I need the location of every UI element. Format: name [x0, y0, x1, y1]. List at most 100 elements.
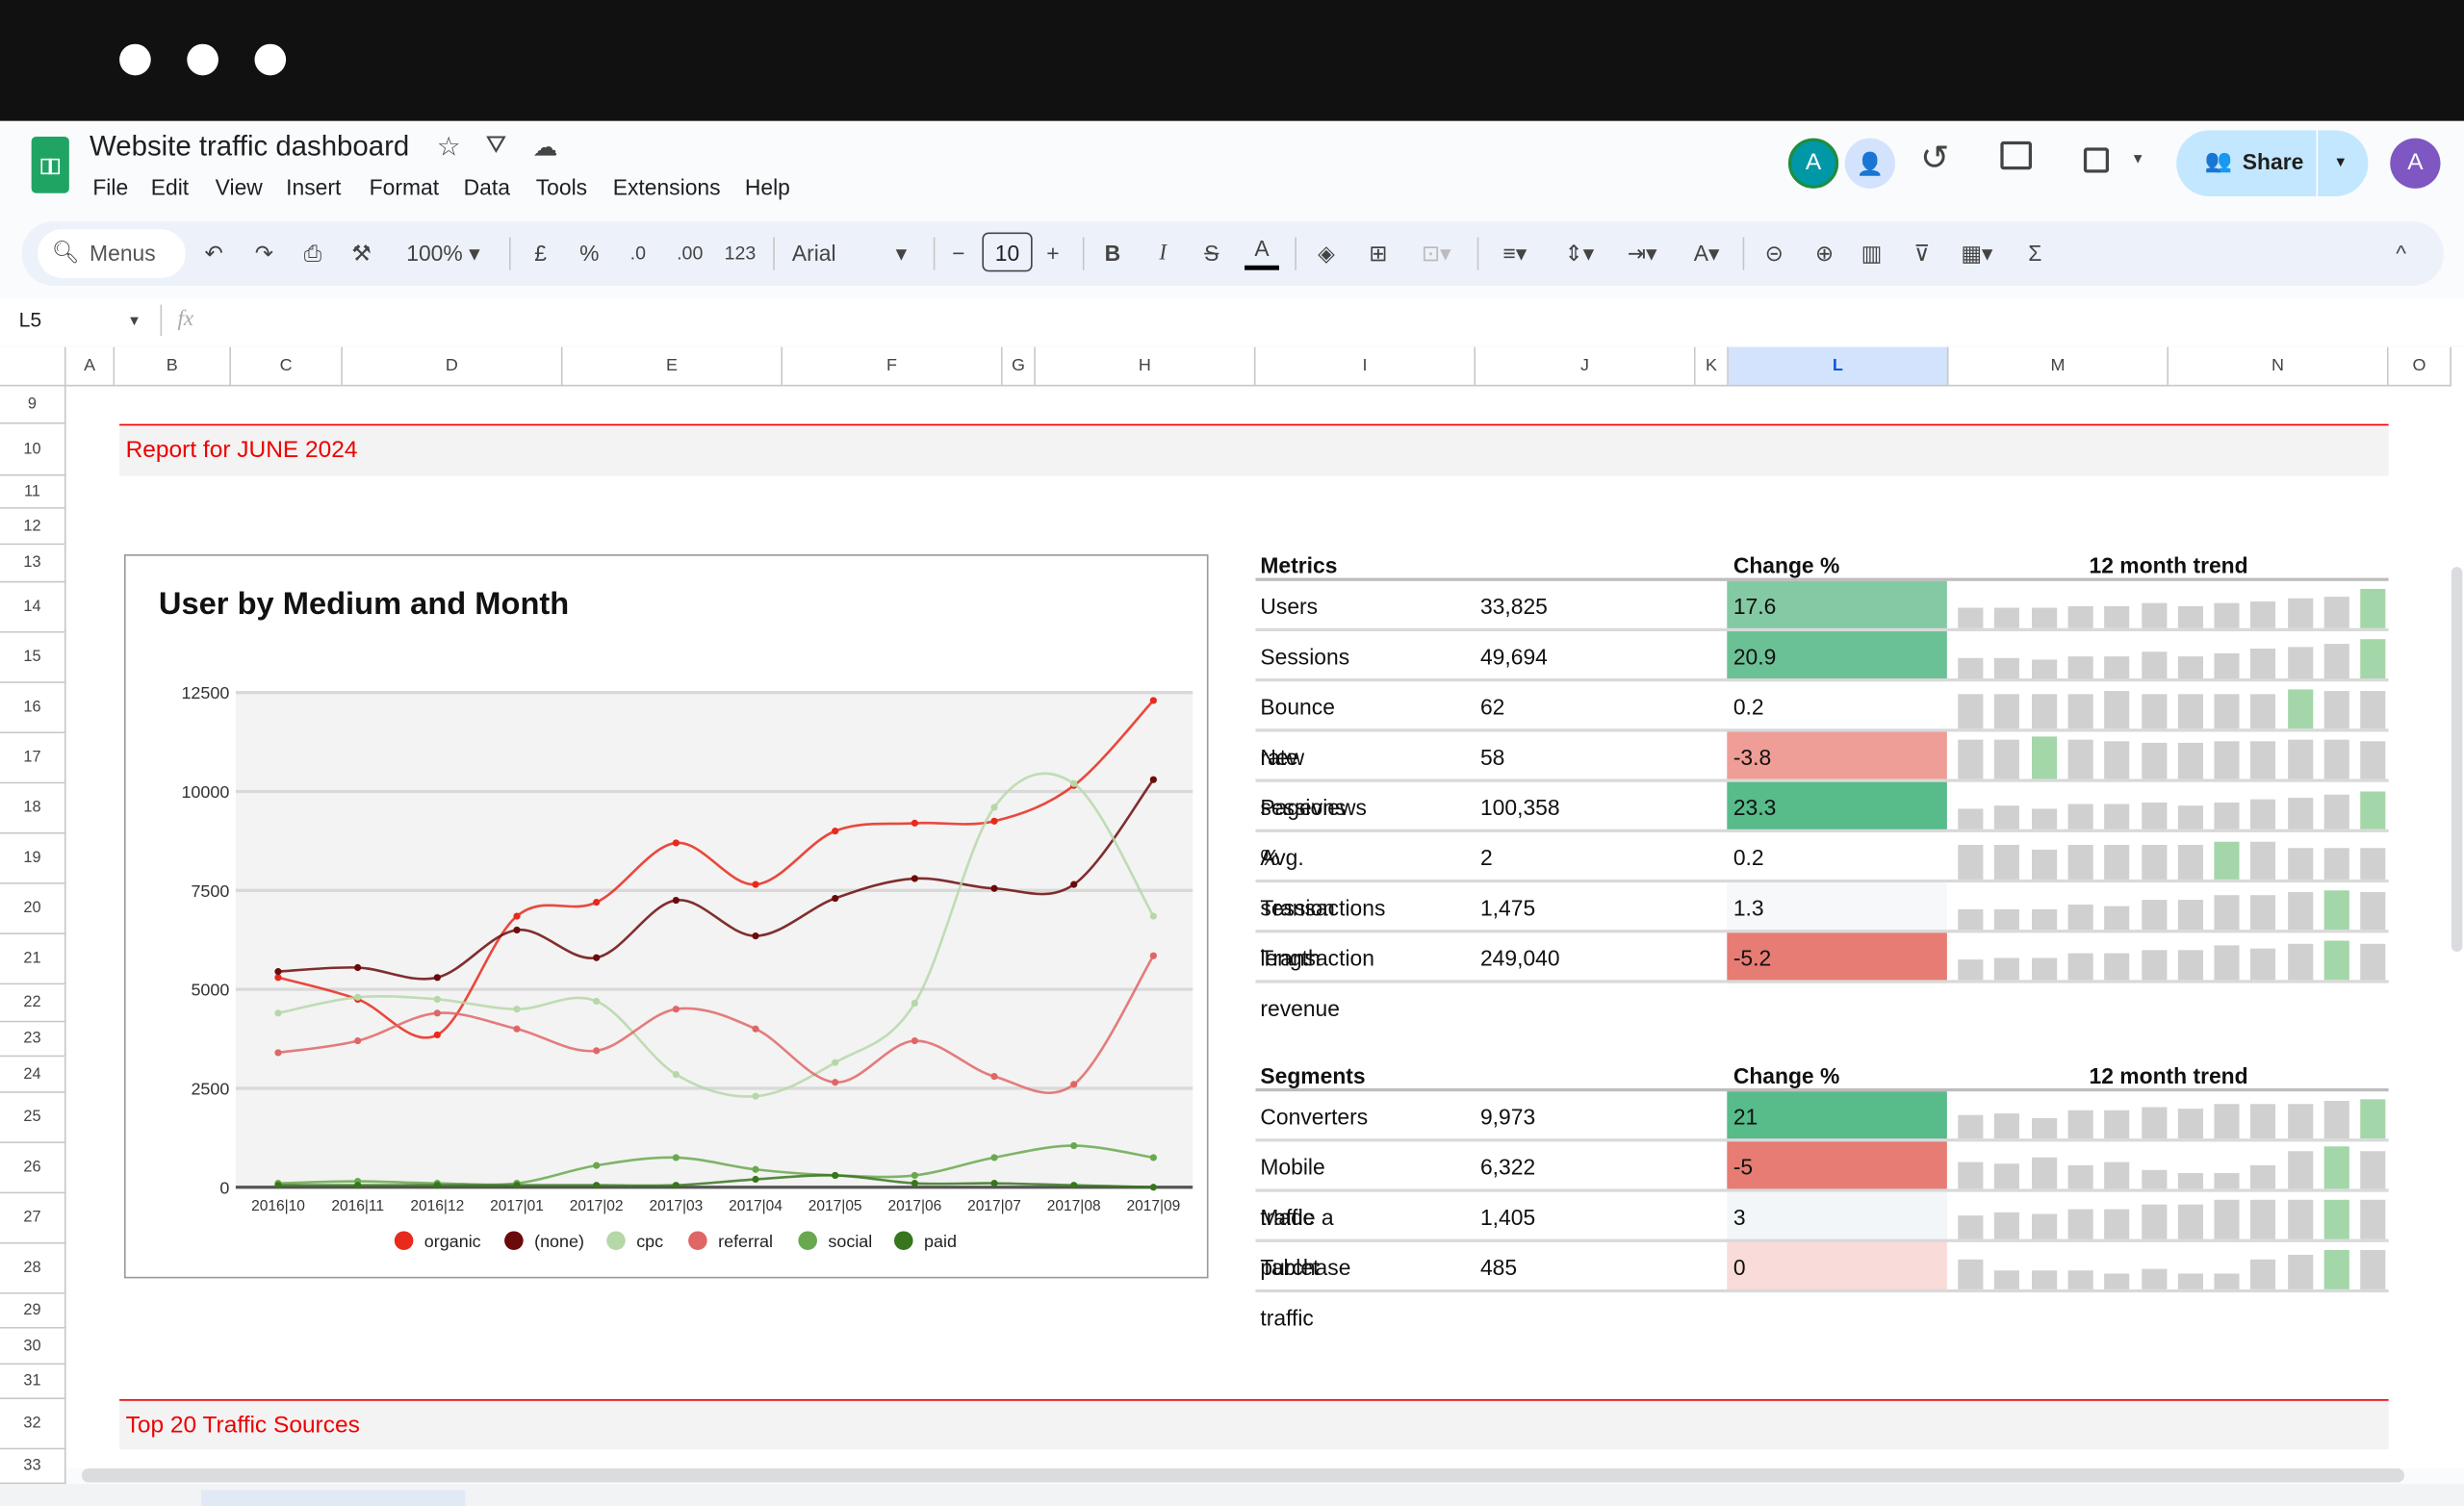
paint-format-icon[interactable]: ⚒	[346, 221, 377, 286]
fill-color-icon[interactable]: ◈	[1309, 221, 1344, 286]
sheet-grid[interactable]: ABCDEFGHIJKLMNO 9 10 11 12 13 14 15 16 17 18 19 20 2…	[0, 346, 2464, 1485]
increase-decimal-button[interactable]: .00	[671, 221, 708, 286]
row-header-31[interactable]: 31	[0, 1365, 66, 1400]
redo-icon[interactable]: ↷	[248, 221, 280, 286]
column-header-H[interactable]: H	[1035, 346, 1256, 387]
row-header-22[interactable]: 22	[0, 984, 66, 1023]
row-header-21[interactable]: 21	[0, 934, 66, 985]
version-history-icon[interactable]: ↺	[1920, 139, 1949, 179]
row-header-20[interactable]: 20	[0, 883, 66, 935]
row-header-25[interactable]: 25	[0, 1092, 66, 1144]
row-header-26[interactable]: 26	[0, 1143, 66, 1194]
column-header-D[interactable]: D	[342, 346, 563, 387]
horizontal-align-icon[interactable]: ≡▾	[1488, 221, 1542, 286]
italic-button[interactable]: I	[1147, 221, 1179, 286]
column-header-C[interactable]: C	[230, 346, 343, 387]
bold-button[interactable]: B	[1097, 221, 1129, 286]
row-header-24[interactable]: 24	[0, 1057, 66, 1093]
menu-edit[interactable]: Edit	[151, 174, 189, 199]
text-color-button[interactable]: A	[1245, 221, 1279, 270]
column-header-B[interactable]: B	[115, 346, 231, 387]
move-to-drive-icon[interactable]: ⛛	[485, 132, 506, 160]
print-icon[interactable]: ⎙	[297, 221, 329, 286]
collaborator-avatar[interactable]: A	[1787, 138, 1839, 189]
increase-font-size-button[interactable]: +	[1040, 221, 1065, 286]
chevron-down-icon[interactable]: ▼	[2131, 151, 2145, 166]
font-size-input[interactable]: 10	[982, 232, 1033, 272]
strikethrough-button[interactable]: S	[1195, 221, 1227, 286]
row-header-17[interactable]: 17	[0, 733, 66, 784]
zoom-select[interactable]: 100% ▾	[396, 221, 490, 286]
row-header-18[interactable]: 18	[0, 783, 66, 834]
row-header-32[interactable]: 32	[0, 1399, 66, 1450]
functions-button[interactable]: Σ	[2017, 221, 2052, 286]
column-header-L[interactable]: L	[1728, 346, 1949, 387]
borders-icon[interactable]: ⊞	[1361, 221, 1396, 286]
text-wrapping-icon[interactable]: ⇥▾	[1615, 221, 1669, 286]
window-minimize-button[interactable]	[187, 43, 218, 76]
vertical-scrollbar[interactable]	[2451, 567, 2463, 952]
menu-format[interactable]: Format	[370, 174, 439, 199]
column-header-F[interactable]: F	[783, 346, 1003, 387]
percent-format-button[interactable]: %	[574, 221, 605, 286]
row-header-14[interactable]: 14	[0, 582, 66, 633]
document-title[interactable]: Website traffic dashboard	[90, 130, 409, 163]
horizontal-scrollbar[interactable]	[81, 1468, 2404, 1483]
more-formats-button[interactable]: 123	[721, 221, 758, 286]
filter-icon[interactable]: ⊽	[1905, 221, 1939, 286]
column-header-E[interactable]: E	[562, 346, 783, 387]
row-header-9[interactable]: 9	[0, 386, 66, 424]
name-box[interactable]: L5	[19, 308, 42, 331]
row-header-15[interactable]: 15	[0, 632, 66, 683]
insert-link-icon[interactable]: ⊝	[1757, 221, 1791, 286]
column-header-N[interactable]: N	[2169, 346, 2389, 387]
meet-camera-icon[interactable]	[2083, 147, 2110, 173]
search-menus-input[interactable]: 🔍︎ Menus	[38, 229, 186, 278]
column-header-G[interactable]: G	[1002, 346, 1036, 387]
insert-chart-icon[interactable]: ▥	[1855, 221, 1889, 286]
collapse-toolbar-icon[interactable]: ^	[2385, 221, 2417, 286]
column-header-K[interactable]: K	[1695, 346, 1729, 387]
sheets-logo-icon[interactable]	[31, 136, 69, 193]
menu-file[interactable]: File	[92, 174, 128, 199]
currency-format-button[interactable]: £	[525, 221, 556, 286]
filter-views-icon[interactable]: ▦▾	[1948, 221, 2005, 286]
menu-tools[interactable]: Tools	[536, 174, 587, 199]
column-header-O[interactable]: O	[2388, 346, 2451, 387]
column-header-I[interactable]: I	[1255, 346, 1476, 387]
vertical-align-icon[interactable]: ⇕▾	[1553, 221, 1606, 286]
row-header-33[interactable]: 33	[0, 1449, 66, 1485]
row-header-10[interactable]: 10	[0, 423, 66, 476]
share-button[interactable]: 👥 Share ▼	[2176, 130, 2369, 196]
menu-view[interactable]: View	[216, 174, 263, 199]
column-header-A[interactable]: A	[65, 346, 116, 387]
window-maximize-button[interactable]	[254, 43, 287, 76]
row-header-11[interactable]: 11	[0, 475, 66, 509]
decrease-font-size-button[interactable]: −	[946, 221, 971, 286]
name-box-dropdown-icon[interactable]: ▼	[127, 313, 141, 328]
row-header-27[interactable]: 27	[0, 1193, 66, 1244]
merge-cells-icon[interactable]: ⊡▾	[1411, 221, 1461, 286]
undo-icon[interactable]: ↶	[198, 221, 230, 286]
row-header-13[interactable]: 13	[0, 545, 66, 583]
share-options-chevron-icon[interactable]: ▼	[2333, 154, 2348, 169]
row-header-29[interactable]: 29	[0, 1293, 66, 1329]
select-all-corner[interactable]	[0, 346, 66, 387]
row-header-28[interactable]: 28	[0, 1243, 66, 1294]
decrease-decimal-button[interactable]: .0	[621, 221, 655, 286]
meet-presence-icon[interactable]: 👤	[1844, 138, 1895, 189]
menu-insert[interactable]: Insert	[286, 174, 341, 199]
column-header-M[interactable]: M	[1948, 346, 2169, 387]
menu-help[interactable]: Help	[745, 174, 790, 199]
window-close-button[interactable]	[119, 43, 151, 76]
formula-input[interactable]	[220, 308, 2421, 336]
line-chart[interactable]: User by Medium and Month 0 2500 5000 7500 10…	[123, 554, 1209, 1279]
row-header-30[interactable]: 30	[0, 1328, 66, 1366]
active-sheet-tab[interactable]	[200, 1490, 466, 1506]
account-avatar[interactable]: A	[2390, 138, 2441, 189]
row-header-12[interactable]: 12	[0, 508, 66, 546]
column-header-J[interactable]: J	[1476, 346, 1696, 387]
comments-icon[interactable]	[2000, 140, 2033, 170]
font-select[interactable]: Arial ▾	[792, 221, 918, 286]
menu-extensions[interactable]: Extensions	[613, 174, 721, 199]
